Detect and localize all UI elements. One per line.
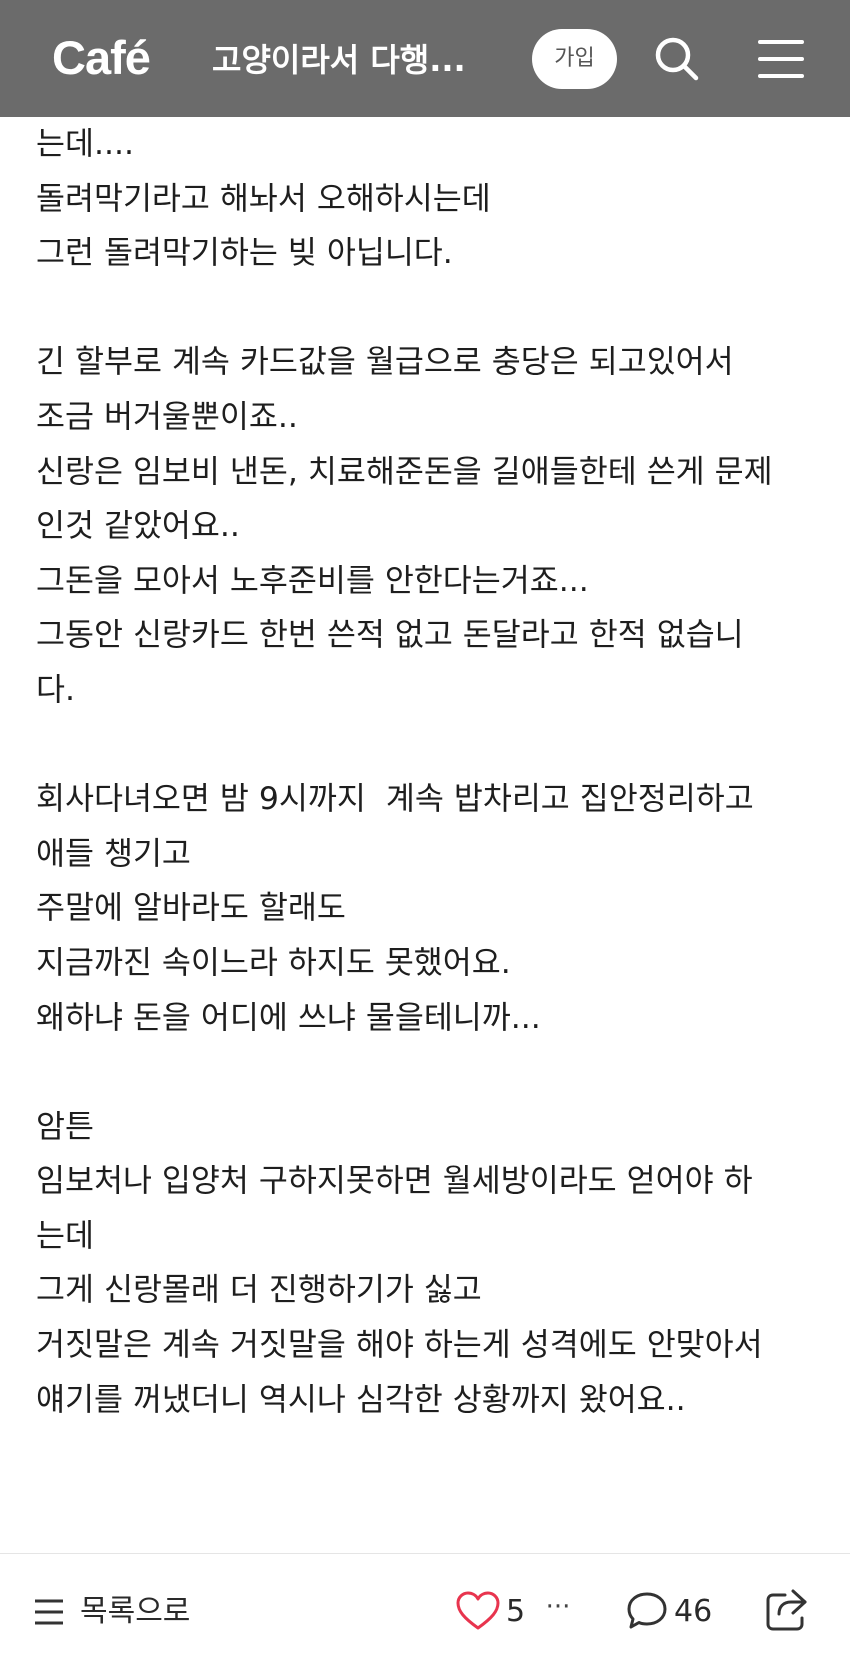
join-button[interactable]: 가입 xyxy=(532,29,617,89)
list-icon xyxy=(35,1599,63,1625)
back-to-list-label: 목록으로 xyxy=(80,1594,191,1629)
post-text-line: 주말에 알바라도 할래도 xyxy=(36,890,346,927)
comment-count: 46 xyxy=(674,1593,713,1629)
post-text-line: 그게 신랑몰래 더 진행하기가 싫고 xyxy=(36,1272,482,1309)
post-text-line: 회사다녀오면 밤 9시까지 계속 밥차리고 집안정리하고 xyxy=(36,781,754,818)
back-to-list-button[interactable]: 목록으로 xyxy=(34,1590,190,1634)
post-text-line: 왜하냐 돈을 어디에 쓰냐 물을테니까... xyxy=(36,999,541,1036)
post-text-line: 긴 할부로 계속 카드값을 월급으로 충당은 되고있어서 xyxy=(36,344,734,381)
like-count: 5 xyxy=(506,1593,526,1629)
more-options-button[interactable]: ··· xyxy=(540,1592,576,1622)
post-text-line: 신랑은 임보비 낸돈, 치료해준돈을 길애들한테 쓴게 문제 xyxy=(36,453,773,490)
search-icon xyxy=(655,37,699,81)
post-text-line: 얘기를 꺼냈더니 역시나 심각한 상황까지 왔어요.. xyxy=(36,1381,686,1418)
post-text-line: 그런 돌려막기하는 빚 아닙니다. xyxy=(36,235,453,272)
hamburger-menu-icon xyxy=(758,40,804,78)
post-text-line: 거짓말은 계속 거짓말을 해야 하는게 성격에도 안맞아서 xyxy=(36,1327,763,1364)
share-icon xyxy=(766,1589,807,1631)
post-text-line xyxy=(36,281,826,336)
post-text-line: 조금 버거울뿐이죠.. xyxy=(36,398,298,435)
post-text-line: 다. xyxy=(36,671,75,708)
post-text-line: 그돈을 모아서 노후준비를 안한다는거죠... xyxy=(36,562,589,599)
post-text-line: 는데 xyxy=(36,1217,94,1254)
bottom-action-bar: 목록으로 5 ··· 46 xyxy=(0,1554,850,1669)
post-text-line: 임보처나 입양처 구하지못하면 월세방이라도 얻어야 하 xyxy=(36,1163,753,1200)
search-button[interactable] xyxy=(652,34,702,84)
speech-bubble-icon xyxy=(627,1592,667,1629)
comment-button[interactable]: 46 xyxy=(626,1587,712,1635)
post-text-line: 는데.... xyxy=(36,126,135,162)
post-text-line: 돌려막기라고 해놔서 오해하시는데 xyxy=(36,180,491,217)
cafe-title[interactable]: 고양이라서 다행... xyxy=(212,38,497,82)
share-button[interactable] xyxy=(765,1587,809,1631)
post-text-line: 인것 같았어요.. xyxy=(36,508,240,545)
menu-button[interactable] xyxy=(756,36,806,82)
post-text-line: 애들 챙기고 xyxy=(36,835,191,872)
cafe-logo[interactable]: Café xyxy=(52,30,151,86)
post-body: 는데.... 돌려막기라고 해놔서 오해하시는데그런 돌려막기하는 빚 아닙니다.… xyxy=(36,117,826,1427)
post-text-line: 그동안 신랑카드 한번 쓴적 없고 돈달라고 한적 없습니 xyxy=(36,617,744,654)
post-text-line xyxy=(36,718,826,773)
heart-icon xyxy=(456,1591,500,1630)
post-text-line: 지금까진 속이느라 하지도 못했어요. xyxy=(36,944,511,981)
post-text-line xyxy=(36,1045,826,1100)
post-text-line: 암튼 xyxy=(36,1108,94,1145)
like-button[interactable]: 5 xyxy=(456,1587,525,1635)
top-header-bar: Café 고양이라서 다행... 가입 xyxy=(0,0,850,117)
